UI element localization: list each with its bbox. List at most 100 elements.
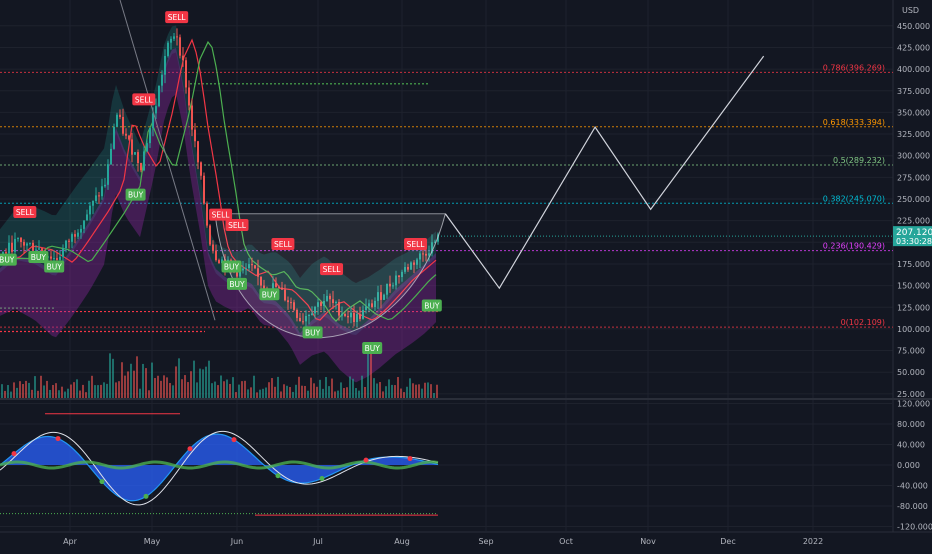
candle-body	[59, 256, 61, 260]
volume-bar	[313, 383, 315, 398]
buy-signal: BUY	[362, 341, 383, 354]
volume-bar	[418, 384, 420, 398]
volume-bar	[292, 391, 294, 398]
volume-bar	[49, 389, 51, 398]
volume-bar	[328, 386, 330, 398]
trading-chart[interactable]: 0.786(396.269) 0.618(333.394) 0.5(289.232)…	[0, 0, 932, 550]
volume-bar	[100, 384, 102, 398]
volume-bar	[394, 385, 396, 398]
price-tick-label: 25.000	[897, 390, 925, 399]
candle-body	[95, 195, 97, 201]
candle-body	[23, 241, 25, 246]
volume-bar	[355, 388, 357, 398]
volume-bar	[55, 383, 57, 398]
volume-bar	[400, 388, 402, 398]
volume-bar	[76, 379, 78, 398]
price-tick-label: 225.000	[897, 217, 930, 226]
candle-body	[17, 237, 19, 239]
volume-bar	[136, 356, 138, 398]
sell-signal: SELL	[132, 93, 156, 106]
volume-bar	[235, 392, 237, 398]
volume-bar	[217, 385, 219, 398]
time-tick-Aug: Aug	[394, 537, 410, 546]
candle-body	[26, 243, 28, 246]
volume-bar	[379, 382, 381, 398]
volume-bar	[166, 377, 168, 398]
volume-bar	[163, 375, 165, 398]
signal-label: BUY	[229, 280, 245, 289]
volume-bar	[220, 375, 222, 398]
volume-bar	[67, 388, 69, 398]
volume-bar	[406, 386, 408, 398]
osc-extreme-dot	[363, 457, 369, 463]
volume-bar	[22, 384, 24, 398]
signal-label: BUY	[31, 253, 47, 262]
signal-label: BUY	[424, 302, 440, 311]
candle-body	[173, 36, 175, 39]
price-tick-label: 450.000	[897, 22, 930, 31]
candle-body	[128, 135, 130, 140]
volume-bar	[280, 391, 282, 398]
signal-label: SELL	[16, 208, 35, 217]
sell-signal: SELL	[165, 11, 189, 24]
volume-bar	[307, 390, 309, 398]
sell-signal: SELL	[404, 238, 428, 251]
volume-bar	[199, 368, 201, 398]
osc-extreme-dot	[319, 476, 325, 482]
volume-bar	[130, 363, 132, 398]
volume-bar	[304, 385, 306, 398]
last-price-countdown: 03:30:28	[896, 237, 932, 246]
volume-bar	[247, 389, 249, 398]
price-tick-label: 300.000	[897, 152, 930, 161]
candle-body	[77, 232, 79, 237]
volume-bar	[133, 370, 135, 398]
volume-bar	[7, 385, 9, 398]
volume-bar	[388, 379, 390, 398]
volume-bar	[397, 377, 399, 398]
candle-body	[164, 55, 166, 75]
volume-bar	[58, 390, 60, 398]
candle-body	[170, 38, 172, 43]
candle-body	[161, 74, 163, 86]
volume-bar	[109, 353, 111, 398]
volume-bar	[46, 380, 48, 398]
last-price-marker: 207.120 03:30:28	[893, 226, 932, 247]
candle-body	[113, 126, 115, 149]
volume-bar	[25, 380, 27, 398]
buy-signal: BUY	[221, 260, 242, 273]
chart-canvas[interactable]: 0.786(396.269) 0.618(333.394) 0.5(289.232)…	[0, 0, 932, 550]
candle-body	[182, 55, 184, 61]
volume-bar	[73, 382, 75, 398]
candle-body	[197, 141, 199, 163]
volume-bar	[172, 385, 174, 398]
candle-body	[203, 175, 205, 204]
signal-label: SELL	[135, 95, 154, 104]
volume-bar	[436, 384, 438, 398]
candle-body	[140, 163, 142, 171]
volume-bar	[241, 381, 243, 398]
fib-label-0.382: 0.382(245.070)	[823, 194, 885, 203]
osc-extreme-dot	[11, 451, 17, 457]
signal-label: SELL	[212, 211, 231, 220]
time-tick-Dec: Dec	[720, 537, 735, 546]
volume-bar	[79, 390, 81, 398]
candle-body	[131, 139, 133, 155]
signal-label: SELL	[274, 240, 293, 249]
volume-bar	[145, 368, 147, 398]
volume-bar	[208, 360, 210, 398]
volume-bar	[430, 384, 432, 398]
time-tick-Jun: Jun	[230, 537, 244, 546]
volume-bar	[403, 392, 405, 398]
volume-bar	[169, 383, 171, 398]
volume-bar	[97, 385, 99, 398]
signal-label: BUY	[262, 290, 278, 299]
candle-body	[11, 242, 13, 252]
buy-signal: BUY	[0, 253, 17, 266]
signal-label: BUY	[128, 191, 144, 200]
sell-signal: SELL	[209, 208, 233, 221]
fib-label-0.618: 0.618(333.394)	[823, 118, 885, 127]
volume-bar	[160, 380, 162, 398]
volume-bar	[316, 386, 318, 398]
candle-body	[107, 164, 109, 185]
candle-body	[35, 249, 37, 251]
